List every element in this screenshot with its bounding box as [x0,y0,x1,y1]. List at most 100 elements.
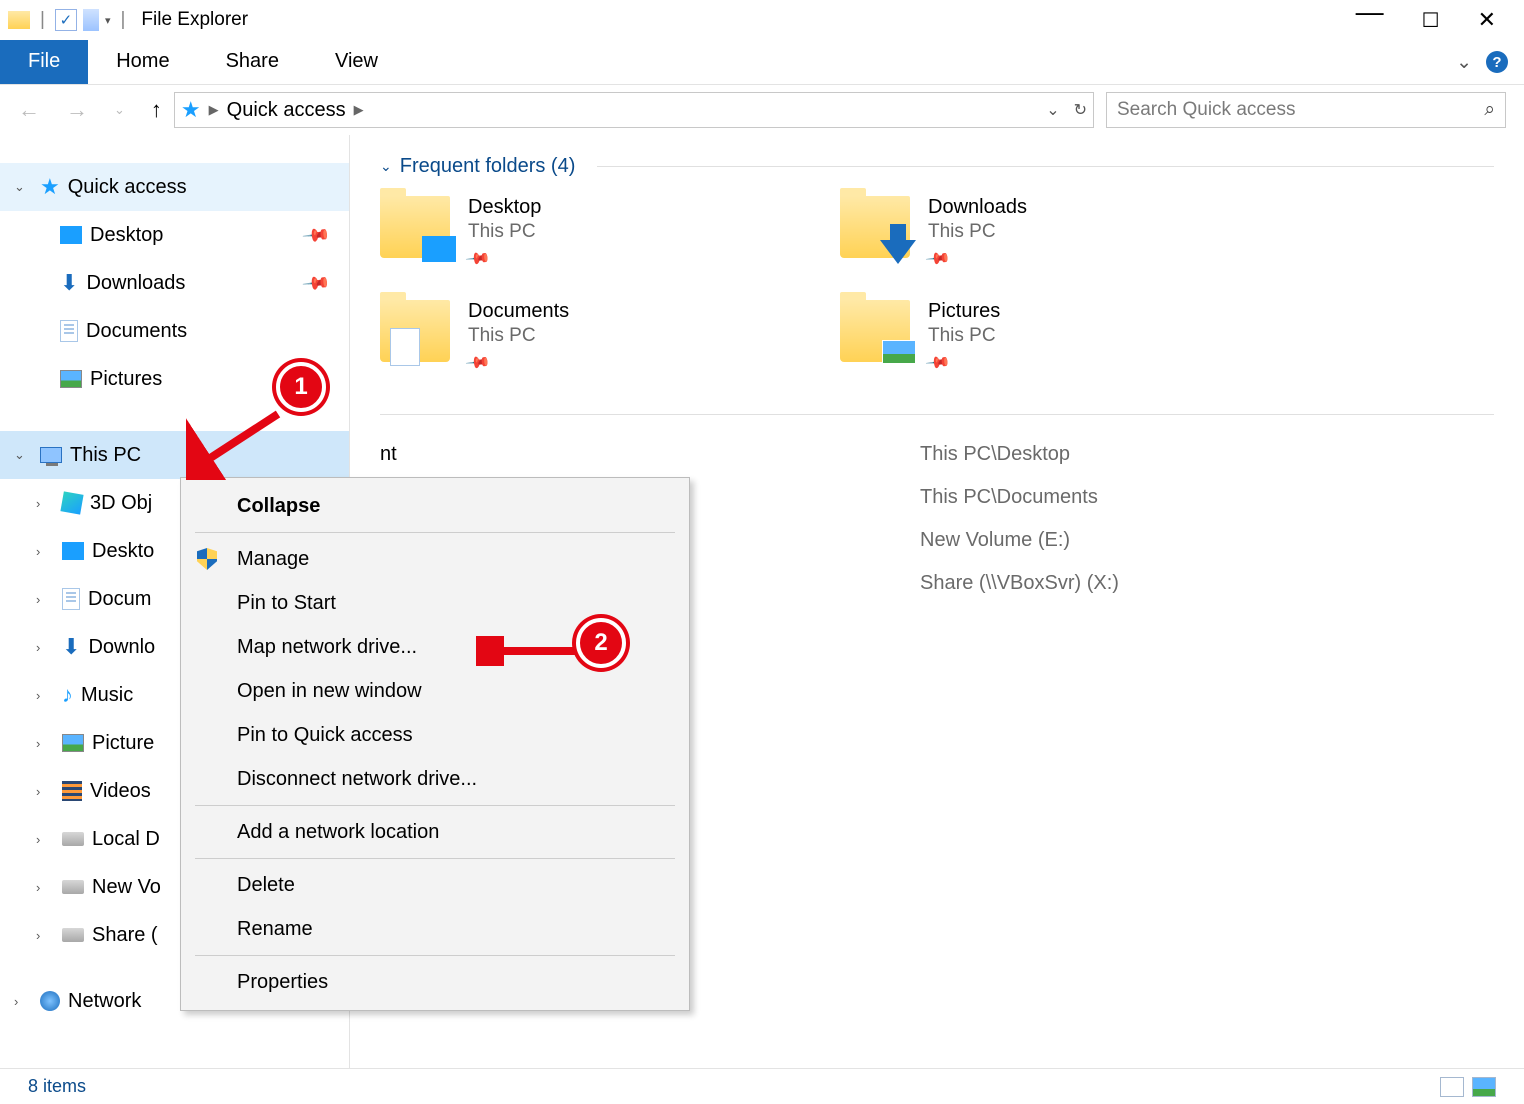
chevron-right-icon[interactable]: › [36,544,54,559]
ribbon-tabs: File Home Share View ⌄ ? [0,40,1524,85]
ctx-delete[interactable]: Delete [181,863,689,907]
sidebar-label: Local D [92,828,160,851]
folder-location: This PC [468,221,541,243]
details-view-button[interactable] [1440,1077,1464,1097]
sidebar-label: Downlo [88,636,155,659]
search-placeholder: Search Quick access [1117,99,1295,121]
ctx-manage[interactable]: Manage [181,537,689,581]
address-dropdown-icon[interactable]: ⌄ [1046,100,1059,120]
network-icon [40,991,60,1011]
sidebar-label: Deskto [92,540,154,563]
search-input[interactable]: Search Quick access ⌕ [1106,92,1506,128]
section-title: Frequent folders (4) [400,155,576,178]
nav-forward-icon[interactable]: → [66,97,88,123]
sidebar-label: 3D Obj [90,492,152,515]
sidebar-label: Docum [88,588,151,611]
folder-item-documents[interactable]: Documents This PC 📌 [380,300,840,374]
pin-icon: 📌 [464,245,492,273]
thumbnails-view-button[interactable] [1472,1077,1496,1097]
recent-row[interactable]: nt This PC\Desktop [380,443,1494,466]
folder-name: Downloads [928,196,1027,219]
folder-icon[interactable] [8,11,30,29]
refresh-icon[interactable]: ↻ [1074,100,1087,120]
pin-icon: 📌 [924,349,952,377]
ctx-disconnect-drive[interactable]: Disconnect network drive... [181,757,689,801]
folder-item-desktop[interactable]: Desktop This PC 📌 [380,196,840,270]
sidebar-label: Pictures [90,368,162,391]
chevron-right-icon[interactable]: › [36,928,54,943]
sidebar-item-this-pc[interactable]: ⌄ This PC [0,431,349,479]
title-bar: | ✓ ▾ | File Explorer — ☐ ✕ [0,0,1524,40]
separator: | [40,9,45,31]
ctx-collapse[interactable]: Collapse [181,484,689,528]
chevron-right-icon[interactable]: › [36,496,54,511]
quick-access-pin-icon: ★ [181,97,201,123]
nav-back-icon[interactable]: ← [18,97,40,123]
chevron-right-icon[interactable]: › [36,640,54,655]
nav-up-icon[interactable]: ↑ [151,97,162,123]
tab-file[interactable]: File [0,40,88,84]
chevron-right-icon[interactable]: › [36,592,54,607]
chevron-right-icon[interactable]: › [36,736,54,751]
maximize-button[interactable]: ☐ [1422,8,1440,33]
chevron-right-icon[interactable]: › [36,880,54,895]
address-bar[interactable]: ★ ▶ Quick access ▶ ⌄ ↻ [174,92,1094,128]
chevron-down-icon[interactable]: ⌄ [14,179,32,195]
folder-location: This PC [468,325,569,347]
help-icon[interactable]: ? [1486,51,1508,73]
ctx-properties[interactable]: Properties [181,960,689,1004]
sidebar-item-desktop[interactable]: Desktop 📌 [0,211,349,259]
sidebar-item-quick-access[interactable]: ⌄ ★ Quick access [0,163,349,211]
chevron-right-icon[interactable]: › [14,994,32,1009]
breadcrumb-current[interactable]: Quick access [227,99,346,122]
star-icon: ★ [40,174,60,200]
search-icon: ⌕ [1484,99,1495,121]
close-button[interactable]: ✕ [1478,7,1496,33]
ctx-pin-quick-access[interactable]: Pin to Quick access [181,713,689,757]
folder-item-downloads[interactable]: Downloads This PC 📌 [840,196,1300,270]
divider [195,532,675,533]
ctx-add-network-location[interactable]: Add a network location [181,810,689,854]
folder-icon [380,196,450,258]
divider [195,955,675,956]
sidebar-label: Desktop [90,224,163,247]
chevron-right-icon[interactable]: › [36,784,54,799]
download-icon: ⬇ [60,270,78,296]
chevron-right-icon[interactable]: ▶ [354,102,364,118]
sidebar-item-downloads[interactable]: ⬇ Downloads 📌 [0,259,349,307]
minimize-button[interactable]: — [1356,0,1384,28]
tab-home[interactable]: Home [88,40,197,84]
context-menu: Collapse Manage Pin to Start Map network… [180,477,690,1011]
sidebar-label: Documents [86,320,187,343]
section-frequent-folders[interactable]: ⌄ Frequent folders (4) [380,155,1494,178]
folder-location: This PC [928,221,1027,243]
pin-icon: 📌 [464,349,492,377]
pin-icon: 📌 [924,245,952,273]
chevron-down-icon[interactable]: ⌄ [380,158,392,175]
chevron-right-icon[interactable]: › [36,832,54,847]
chevron-down-icon[interactable]: ⌄ [14,447,32,463]
divider [195,858,675,859]
ribbon-collapse-icon[interactable]: ⌄ [1456,51,1472,74]
ctx-rename[interactable]: Rename [181,907,689,951]
new-folder-qat-icon[interactable] [83,9,99,31]
sidebar-item-documents[interactable]: Documents [0,307,349,355]
chevron-right-icon[interactable]: › [36,688,54,703]
qat-dropdown-icon[interactable]: ▾ [105,14,111,27]
ctx-pin-to-start[interactable]: Pin to Start [181,581,689,625]
pin-icon: 📌 [300,220,331,250]
ctx-open-new-window[interactable]: Open in new window [181,669,689,713]
music-icon: ♪ [62,682,73,708]
download-icon: ⬇ [62,634,80,660]
properties-qat-icon[interactable]: ✓ [55,9,77,31]
tab-view[interactable]: View [307,40,406,84]
folder-item-pictures[interactable]: Pictures This PC 📌 [840,300,1300,374]
recent-path: New Volume (E:) [920,529,1070,552]
sidebar-label: New Vo [92,876,161,899]
nav-recent-icon[interactable]: ⌄ [114,102,125,118]
chevron-right-icon[interactable]: ▶ [209,102,219,118]
sidebar-label: Network [68,990,141,1013]
tab-share[interactable]: Share [198,40,307,84]
sidebar-label: Picture [92,732,154,755]
window-title: File Explorer [141,9,248,31]
